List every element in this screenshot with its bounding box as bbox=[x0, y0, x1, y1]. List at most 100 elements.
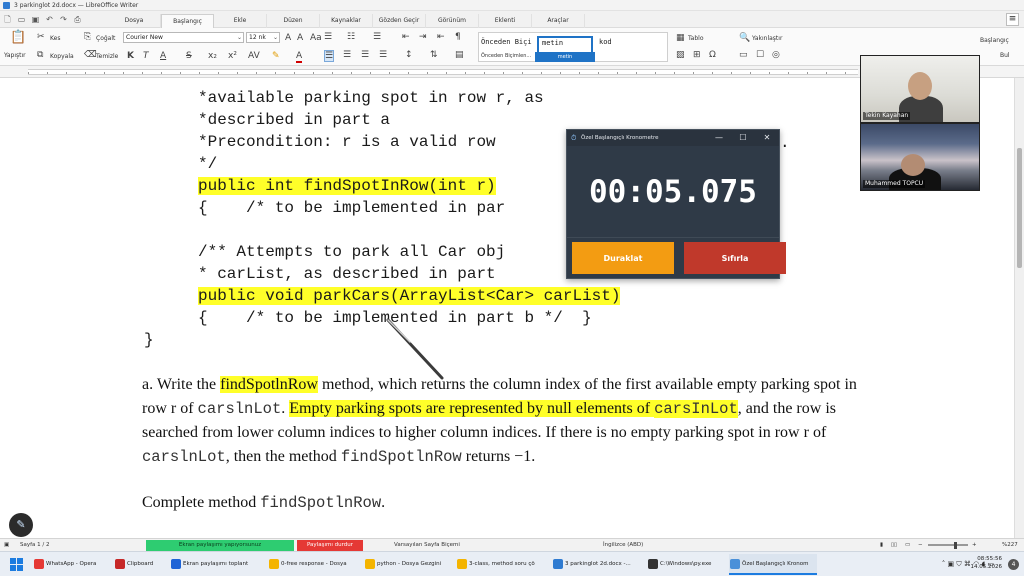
tab-5[interactable]: Gözden Geçir bbox=[373, 14, 426, 28]
superscript-icon[interactable]: x² bbox=[228, 51, 237, 61]
font-color-icon[interactable]: A bbox=[296, 51, 303, 63]
decrease-indent-icon[interactable]: ⇤ bbox=[402, 32, 410, 42]
table-button[interactable]: Tablo bbox=[688, 35, 704, 42]
italic-icon[interactable]: T bbox=[143, 51, 149, 61]
table-icon[interactable]: ▦ bbox=[676, 33, 685, 43]
undo-icon[interactable]: ↶ bbox=[44, 14, 55, 25]
shield-icon[interactable]: ⛉ bbox=[956, 560, 961, 568]
chart-icon[interactable]: ⊞ bbox=[693, 50, 701, 60]
navigator-icon[interactable]: ◎ bbox=[772, 50, 780, 60]
ribbon-context-label[interactable]: Başlangıç bbox=[980, 37, 1009, 44]
paste-icon[interactable]: 📋 bbox=[10, 31, 26, 44]
pencil-icon: ✎ bbox=[16, 518, 26, 531]
taskbar-app-1[interactable]: Clipboard bbox=[114, 554, 166, 575]
hamburger-menu-icon[interactable]: ≡ bbox=[1006, 13, 1019, 26]
zoom-slider-handle[interactable] bbox=[954, 542, 957, 549]
align-right-icon[interactable]: ☰ bbox=[361, 50, 369, 60]
paragraph-spacing-icon[interactable]: ⇅ bbox=[430, 50, 438, 60]
tab-2[interactable]: Ekle bbox=[214, 14, 267, 28]
tab-3[interactable]: Düzen bbox=[267, 14, 320, 28]
case-icon[interactable]: Aa bbox=[310, 33, 322, 43]
indent-icon[interactable]: ⇤ bbox=[437, 32, 445, 42]
open-folder-icon[interactable]: ▭ bbox=[16, 14, 27, 25]
save-icon[interactable]: ▣ bbox=[30, 14, 41, 25]
font-name-field[interactable]: Courier New ⌄ bbox=[123, 32, 244, 43]
notification-badge[interactable]: 4 bbox=[1008, 559, 1019, 570]
style-preformatted[interactable]: Önceden Biçi bbox=[481, 36, 533, 49]
taskbar-app-7[interactable]: C:\Windows\py.exe bbox=[647, 554, 723, 575]
highlighter-icon[interactable]: ✎ bbox=[272, 51, 280, 61]
copy-icon[interactable]: ⧉ bbox=[37, 50, 43, 60]
underline-icon[interactable]: A bbox=[160, 51, 166, 61]
new-document-icon[interactable]: 🗋 bbox=[2, 14, 13, 25]
bullet-list-icon[interactable]: ☰ bbox=[324, 32, 332, 42]
tab-4[interactable]: Kaynaklar bbox=[320, 14, 373, 28]
special-character-icon[interactable]: Ω bbox=[709, 50, 716, 60]
copy-button[interactable]: Kopyala bbox=[50, 53, 74, 60]
print-icon[interactable]: ⎙ bbox=[72, 14, 83, 25]
video-tile-participant2[interactable]: Muhammed TOPCU bbox=[860, 123, 980, 191]
taskbar-app-8[interactable]: Özel Başlangıçlı Kronom bbox=[729, 554, 817, 575]
network-icon[interactable]: ▣ bbox=[948, 560, 955, 568]
paste-button-label[interactable]: Yapıştır bbox=[4, 52, 26, 59]
align-left-icon[interactable]: ☰ bbox=[324, 50, 335, 62]
track-changes-icon[interactable]: ☐ bbox=[756, 50, 764, 60]
stopwatch-titlebar[interactable]: ⏱ Özel Başlangıçlı Kronometre — ☐ ✕ bbox=[567, 130, 779, 146]
tab-8[interactable]: Araçlar bbox=[532, 14, 585, 28]
zoom-icon[interactable]: 🔍 bbox=[739, 33, 750, 43]
paragraph-mark-icon[interactable]: ¶ bbox=[455, 32, 461, 42]
taskbar-app-4[interactable]: python - Dosya Gezgini bbox=[364, 554, 450, 575]
bold-icon[interactable]: K bbox=[127, 51, 134, 61]
tab-6[interactable]: Görünüm bbox=[426, 14, 479, 28]
stopwatch-window[interactable]: ⏱ Özel Başlangıçlı Kronometre — ☐ ✕ 00:0… bbox=[566, 129, 786, 279]
clear-format-icon[interactable]: ⌫ bbox=[84, 50, 97, 60]
vertical-scrollbar[interactable] bbox=[1014, 78, 1024, 538]
clone-icon[interactable]: ⎘ bbox=[84, 32, 91, 42]
app-icon bbox=[730, 559, 740, 569]
numbered-list-icon[interactable]: ☷ bbox=[347, 32, 355, 42]
reset-button[interactable]: Sıfırla bbox=[684, 242, 786, 274]
minimize-button[interactable]: — bbox=[707, 130, 731, 146]
align-center-icon[interactable]: ☰ bbox=[343, 50, 351, 60]
scrollbar-thumb[interactable] bbox=[1017, 148, 1022, 268]
strikethrough-icon[interactable]: S bbox=[186, 51, 192, 61]
taskbar-app-0[interactable]: WhatsApp - Opera bbox=[33, 554, 109, 575]
increase-indent-icon[interactable]: ⇥ bbox=[419, 32, 427, 42]
taskbar-app-5[interactable]: 3-class, method soru çö bbox=[456, 554, 546, 575]
pen-tool-button[interactable]: ✎ bbox=[9, 513, 33, 537]
windows-start-icon[interactable] bbox=[10, 558, 23, 571]
pause-button[interactable]: Duraklat bbox=[572, 242, 674, 274]
justify-icon[interactable]: ☰ bbox=[379, 50, 387, 60]
stop-sharing-button[interactable]: Paylaşımı durdur bbox=[297, 540, 363, 551]
subscript-icon[interactable]: x₂ bbox=[208, 51, 217, 61]
clear-button[interactable]: Temizle bbox=[96, 53, 118, 60]
font-size-field[interactable]: 12 nk ⌄ bbox=[246, 32, 280, 43]
find-button[interactable]: Bul bbox=[1000, 52, 1010, 59]
style-kod[interactable]: kod bbox=[599, 36, 655, 49]
image-icon[interactable]: ▨ bbox=[676, 50, 685, 60]
scissors-icon[interactable]: ✂ bbox=[37, 32, 45, 42]
tab-1[interactable]: Başlangıç bbox=[161, 14, 214, 29]
line-spacing-icon[interactable]: ↕ bbox=[405, 50, 413, 60]
taskbar-app-3[interactable]: 0-free response - Dosya bbox=[268, 554, 358, 575]
outline-list-icon[interactable]: ☰ bbox=[373, 32, 381, 42]
taskbar-app-2[interactable]: Ekran paylaşımı toplant bbox=[170, 554, 262, 575]
maximize-button[interactable]: ☐ bbox=[731, 130, 755, 146]
taskbar-clock[interactable]: 08:55:56 14.05.2026 bbox=[971, 555, 1003, 571]
tab-7[interactable]: Eklenti bbox=[479, 14, 532, 28]
clone-button[interactable]: Çoğalt bbox=[96, 35, 115, 42]
close-button[interactable]: ✕ bbox=[755, 130, 779, 146]
redo-icon[interactable]: ↷ bbox=[58, 14, 69, 25]
taskbar-app-6[interactable]: 3 parkinglot 2d.docx -... bbox=[552, 554, 640, 575]
zoom-slider[interactable] bbox=[928, 544, 968, 546]
video-tile-participant1[interactable]: Tekin Kayahan bbox=[860, 55, 980, 123]
background-color-icon[interactable]: ▤ bbox=[455, 50, 464, 60]
tab-0[interactable]: Dosya bbox=[108, 14, 161, 28]
comment-icon[interactable]: ▭ bbox=[739, 50, 748, 60]
grow-font-icon[interactable]: A bbox=[285, 33, 291, 43]
spacing-icon[interactable]: AV bbox=[248, 51, 260, 61]
shrink-font-icon[interactable]: A bbox=[297, 33, 303, 43]
cut-button[interactable]: Kes bbox=[50, 35, 60, 42]
zoom-button[interactable]: Yakınlaştır bbox=[752, 35, 782, 42]
chevron-up-icon[interactable]: ˄ bbox=[942, 560, 946, 568]
